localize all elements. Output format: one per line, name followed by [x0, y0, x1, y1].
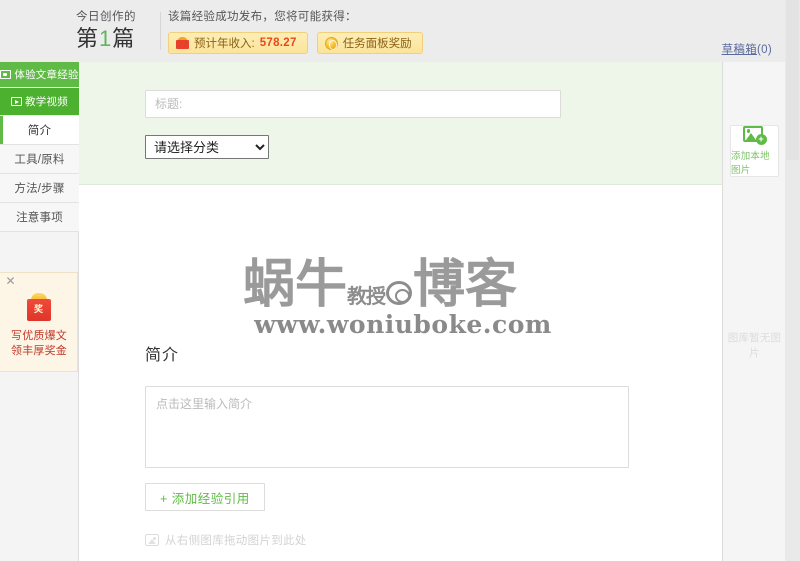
draft-box-label: 草稿箱	[721, 44, 758, 56]
add-quote-label: + 添加经验引用	[160, 491, 250, 506]
sidebar-tab-tools-label: 工具/原料	[14, 154, 65, 166]
sidebar-tab-steps-label: 方法/步骤	[14, 183, 65, 195]
red-envelope-icon	[176, 37, 189, 49]
promo-line-2: 领丰厚奖金	[11, 345, 67, 357]
reward-badges: 预计年收入: 578.27 任务面板奖励	[168, 32, 423, 54]
top-bar: 今日创作的 第1篇 该篇经验成功发布，您将可能获得： 预计年收入: 578.27…	[0, 0, 800, 62]
badge-task-panel-reward[interactable]: 任务面板奖励	[316, 32, 423, 54]
sidebar-tab-notes[interactable]: 注意事项	[0, 203, 79, 232]
category-select[interactable]: 请选择分类	[145, 135, 269, 159]
video-play-icon	[11, 97, 23, 106]
divider-1	[160, 12, 161, 50]
sidebar-tab-tools[interactable]: 工具/原料	[0, 145, 79, 174]
promo-text: 写优质爆文 领丰厚奖金	[0, 329, 78, 359]
badge-estimated-income[interactable]: 预计年收入: 578.27	[168, 32, 308, 54]
right-gallery-panel: + 添加本地图片 图库暂无图片	[722, 62, 785, 561]
draft-box-count: (0)	[757, 44, 772, 56]
red-packet-icon: 奖	[25, 291, 53, 321]
editor-body: 简介 + 添加经验引用 从右侧图库拖动图片到此处 经验视频 号外：经验视频功能上…	[79, 185, 722, 560]
scrollbar-thumb[interactable]	[786, 0, 799, 160]
publish-reward-text: 该篇经验成功发布，您将可能获得：	[168, 11, 357, 23]
badge-income-label: 预计年收入:	[194, 38, 255, 50]
image-drop-hint-text: 从右侧图库拖动图片到此处	[165, 535, 307, 547]
close-icon[interactable]: ✕	[5, 275, 16, 287]
count-number: 1	[99, 26, 113, 51]
today-created-label: 今日创作的	[76, 11, 136, 23]
publish-reward-block: 该篇经验成功发布，您将可能获得：	[168, 10, 357, 25]
gallery-empty-text: 图库暂无图片	[727, 332, 782, 359]
intro-section-heading: 简介	[145, 347, 180, 364]
editor-header: 请选择分类	[79, 62, 722, 185]
draft-box-link[interactable]: 草稿箱(0)	[722, 41, 772, 57]
intro-textarea[interactable]	[145, 386, 629, 468]
sidebar-item-article-label: 体验文章经验	[14, 69, 79, 81]
page-scrollbar[interactable]	[785, 0, 800, 561]
sidebar-item-article-experience[interactable]: 体验文章经验	[0, 62, 79, 88]
count-prefix: 第	[76, 26, 100, 51]
today-created-count: 第1篇	[76, 25, 154, 52]
sidebar-tab-intro-label: 简介	[27, 125, 52, 137]
today-created-block: 今日创作的 第1篇	[76, 9, 154, 52]
promo-card[interactable]: ✕ 奖 写优质爆文 领丰厚奖金	[0, 272, 78, 372]
add-local-image-button[interactable]: + 添加本地图片	[730, 125, 779, 177]
left-sidebar: 体验文章经验 教学视频 简介 工具/原料 方法/步骤 注意事项 ✕ 奖 写优质爆…	[0, 62, 79, 561]
sidebar-tab-steps[interactable]: 方法/步骤	[0, 174, 79, 203]
image-drop-hint: 从右侧图库拖动图片到此处	[145, 532, 307, 548]
page-root: 今日创作的 第1篇 该篇经验成功发布，您将可能获得： 预计年收入: 578.27…	[0, 0, 800, 561]
main-editor: 请选择分类 简介 + 添加经验引用 从右侧图库拖动图片到此处 经验视频 号外：经…	[79, 62, 722, 561]
sidebar-item-teaching-video[interactable]: 教学视频	[0, 88, 79, 116]
badge-income-value: 578.27	[259, 37, 297, 49]
article-icon	[0, 70, 12, 79]
add-image-icon: +	[742, 126, 767, 145]
image-icon	[145, 534, 159, 546]
sidebar-item-video-label: 教学视频	[25, 96, 68, 108]
badge-task-label: 任务面板奖励	[342, 38, 412, 50]
sidebar-tab-intro[interactable]: 简介	[0, 116, 79, 145]
title-input[interactable]	[145, 90, 561, 118]
count-suffix: 篇	[112, 26, 136, 51]
coin-icon	[324, 36, 338, 50]
promo-line-1: 写优质爆文	[11, 330, 67, 342]
add-experience-quote-button[interactable]: + 添加经验引用	[145, 483, 265, 511]
sidebar-tabs: 简介 工具/原料 方法/步骤 注意事项	[0, 116, 79, 232]
add-local-image-label: 添加本地图片	[731, 151, 770, 176]
red-packet-char: 奖	[33, 304, 43, 314]
sidebar-tab-notes-label: 注意事项	[16, 212, 63, 224]
